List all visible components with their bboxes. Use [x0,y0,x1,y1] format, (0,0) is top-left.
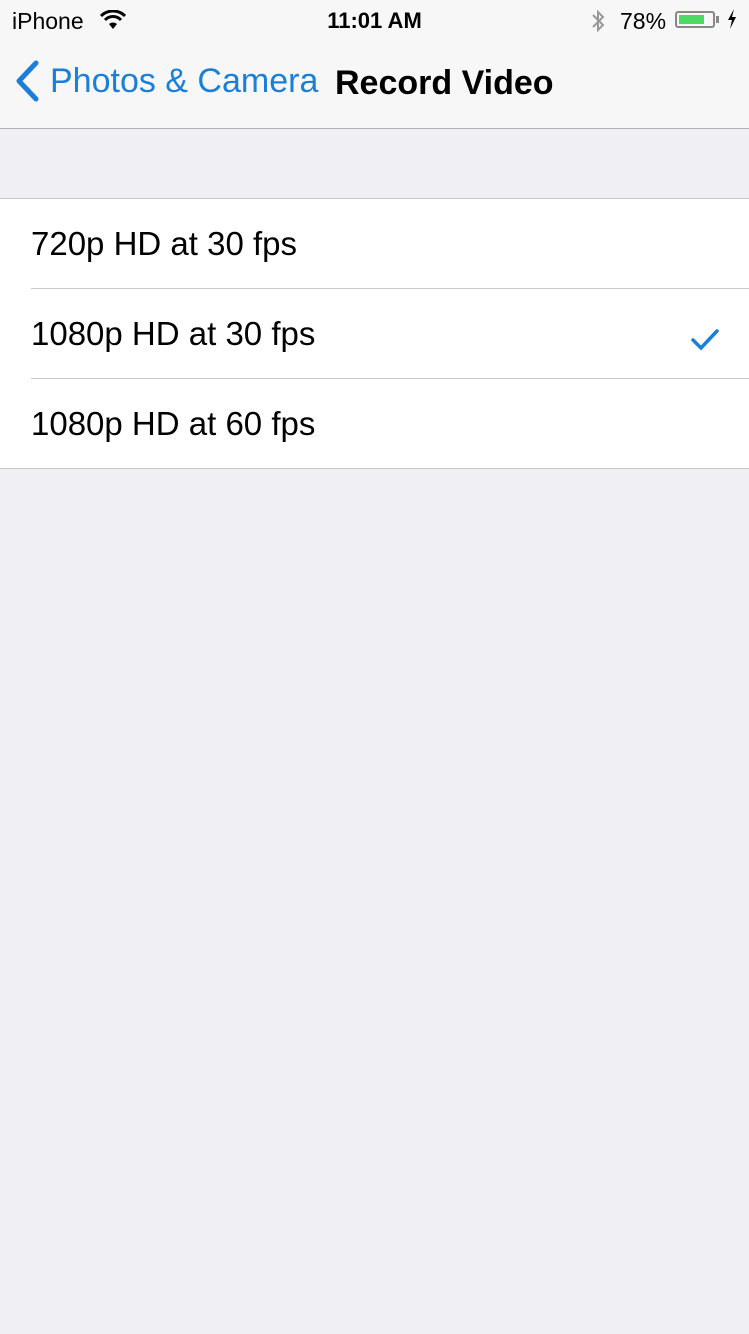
option-1080p-30[interactable]: 1080p HD at 30 fps [31,289,749,379]
bluetooth-icon [590,8,606,40]
option-label: 720p HD at 30 fps [31,224,297,262]
option-label: 1080p HD at 30 fps [31,314,316,352]
chevron-left-icon [16,60,39,102]
battery-percent: 78% [620,8,667,34]
page-title: Record Video [335,64,554,102]
back-label: Photos & Camera [50,61,319,100]
bolt-icon [726,8,738,36]
option-label: 1080p HD at 60 fps [31,404,316,442]
navigation-bar: Photos & Camera Record Video [0,40,749,128]
option-1080p-60[interactable]: 1080p HD at 60 fps [31,379,749,468]
back-button[interactable]: Photos & Camera [14,60,318,102]
battery-nub [716,16,719,23]
status-bar: iPhone 11:01 AM 78% [0,0,749,40]
video-options-list: 720p HD at 30 fps 1080p HD at 30 fps 108… [0,198,749,469]
option-720p-30[interactable]: 720p HD at 30 fps [31,199,749,289]
battery-icon [675,11,715,28]
battery-fill [679,15,704,24]
top-bar: iPhone 11:01 AM 78% Photos & Camera Reco… [0,0,749,129]
checkmark-icon [691,321,719,359]
